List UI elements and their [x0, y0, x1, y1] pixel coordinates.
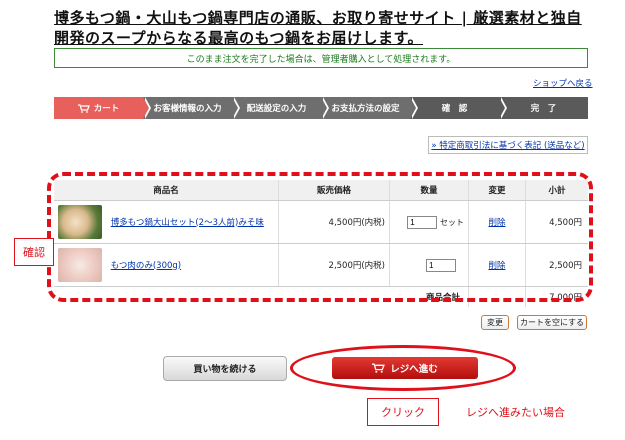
step-label: 配送設定の入力	[246, 104, 307, 114]
checkout-steps: カート お客様情報の入力 配送設定の入力 お支払方法の設定 確 認 完 了	[54, 97, 588, 119]
site-title: 博多もつ鍋・大山もつ鍋専門店の通販、お取り寄せサイト | 厳選素材と独自開発のス…	[54, 9, 582, 47]
step-payment: お支払方法の設定	[321, 97, 418, 119]
step-customer-info: お客様情報の入力	[143, 97, 240, 119]
continue-label: 買い物を続ける	[193, 365, 257, 375]
step-label: お客様情報の入力	[153, 104, 222, 114]
step-label: 完 了	[530, 104, 557, 114]
step-label: 確 認	[441, 104, 468, 114]
empty-cart-button[interactable]: カートを空にする	[517, 315, 587, 330]
step-label: カート	[93, 104, 120, 114]
update-button[interactable]: 変更	[481, 315, 509, 330]
confirm-label: 確認	[14, 238, 54, 266]
step-cart: カート	[54, 97, 151, 119]
cart-icon	[77, 103, 90, 113]
admin-notice: このまま注文を完了した場合は、管理者購入として処理されます。	[54, 48, 588, 68]
step-confirm: 確 認	[410, 97, 507, 119]
step-shipping: 配送設定の入力	[232, 97, 329, 119]
step-label: お支払方法の設定	[331, 104, 400, 114]
shop-back-link[interactable]: ショップへ戻る	[533, 77, 593, 89]
checkout-note: レジへ進みたい場合	[466, 406, 565, 419]
step-complete: 完 了	[499, 97, 588, 119]
law-link-box: » 特定商取引法に基づく表記 (送品など)	[428, 136, 588, 154]
law-link[interactable]: » 特定商取引法に基づく表記 (送品など)	[431, 139, 584, 151]
continue-shopping-button[interactable]: 買い物を続ける	[163, 356, 287, 381]
click-label: クリック	[367, 398, 439, 426]
confirm-highlight	[47, 172, 593, 302]
checkout-highlight	[290, 345, 516, 391]
